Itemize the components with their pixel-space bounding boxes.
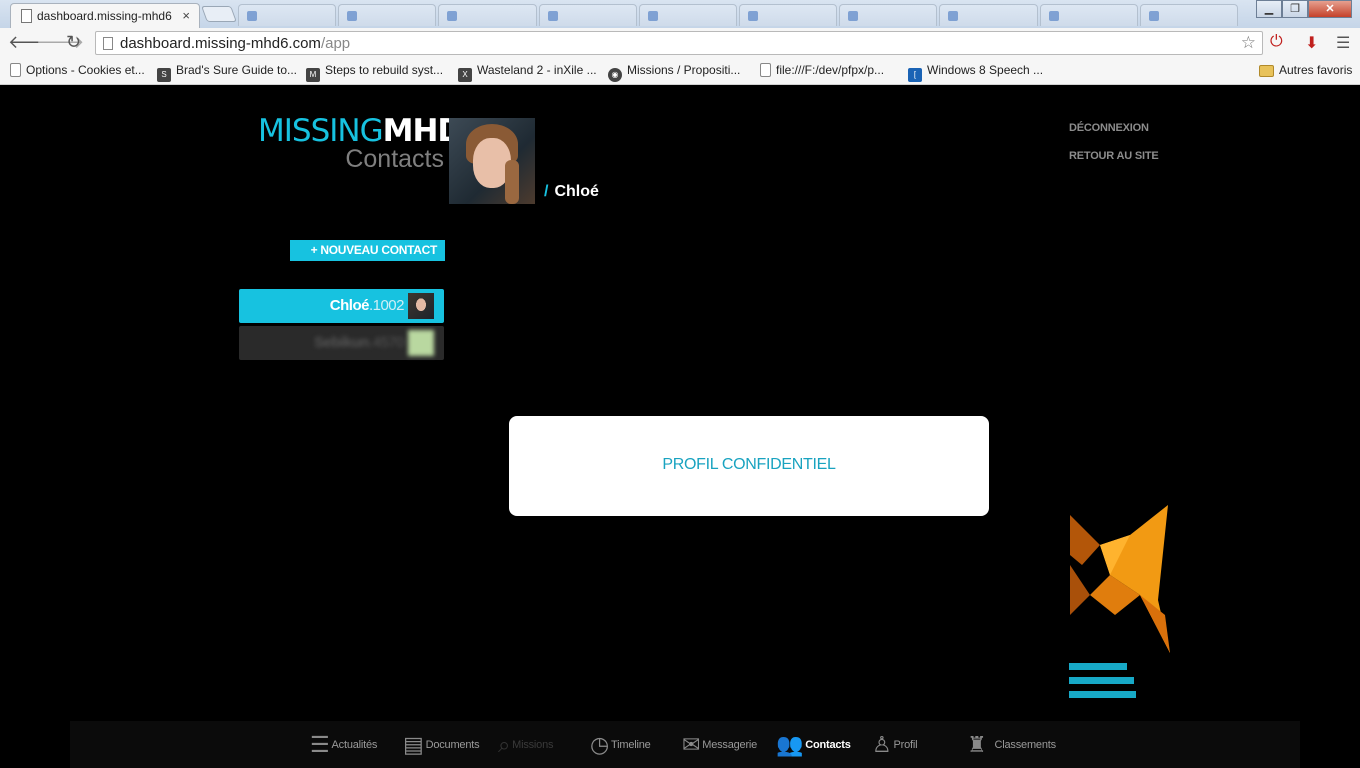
page-favicon-icon — [21, 9, 32, 23]
back-to-site-link[interactable]: RETOUR AU SITE — [1069, 150, 1159, 162]
person-icon: ♙ — [872, 731, 892, 757]
title-bar: dashboard.missing-mhd6 × ▁ ❐ ✕ — [0, 0, 1360, 28]
nav-classements[interactable]: ♜ Classements — [967, 721, 1056, 768]
background-tabs — [238, 4, 1239, 26]
tab-favicon-icon — [948, 11, 959, 21]
browser-chrome: dashboard.missing-mhd6 × ▁ ❐ ✕ 🡐 🡒 ↻ das… — [0, 0, 1360, 85]
nav-actualites[interactable]: ☰ Actualités — [310, 721, 377, 768]
contact-item-chloe[interactable]: Chloé.1002 — [239, 289, 444, 323]
breadcrumb-contact-name: Chloé — [554, 183, 599, 200]
bookmark-item[interactable]: ◉ Missions / Propositi... — [608, 63, 740, 82]
contact-name: Sebikun — [314, 334, 369, 351]
confidential-profile-panel: PROFIL CONFIDENTIEL — [509, 416, 989, 516]
tab-favicon-icon — [447, 11, 458, 21]
url-text: dashboard.missing-mhd6.com/app — [120, 35, 351, 52]
background-tab[interactable] — [438, 4, 537, 26]
stop-extension-icon[interactable]: ⏻ — [1270, 33, 1283, 51]
minimize-icon[interactable]: ▁ — [1256, 0, 1282, 18]
bookmark-item[interactable]: S Brad's Sure Guide to... — [157, 63, 297, 82]
trophy-icon: ♜ — [967, 731, 987, 757]
background-tab[interactable] — [739, 4, 838, 26]
maximize-icon[interactable]: ❐ — [1282, 0, 1308, 18]
bookmark-item[interactable]: [Windows 8 Speech ... — [908, 63, 1043, 82]
tab-favicon-icon — [247, 11, 257, 21]
bookmarks-bar: Options - Cookies et... S Brad's Sure Gui… — [0, 58, 1360, 85]
page-icon — [760, 63, 771, 77]
app-page: MISSINGMHD6 Contacts / Chloé DÉCONNEXION … — [0, 85, 1360, 768]
nav-timeline[interactable]: ◷ Timeline — [590, 721, 651, 768]
news-icon: ☰ — [310, 731, 330, 757]
download-extension-icon[interactable]: ⬇ — [1305, 33, 1318, 53]
active-tab[interactable]: dashboard.missing-mhd6 × — [10, 3, 200, 28]
bookmark-star-icon[interactable]: ☆ — [1241, 33, 1256, 53]
background-tab[interactable] — [538, 4, 637, 26]
contact-avatar-small — [408, 293, 434, 319]
bookmark-item[interactable]: X Wasteland 2 - inXile ... — [458, 63, 597, 82]
logout-link[interactable]: DÉCONNEXION — [1069, 122, 1159, 134]
background-tab[interactable] — [839, 4, 938, 26]
folder-icon — [1259, 65, 1274, 77]
page-icon — [103, 37, 113, 50]
background-tab[interactable] — [1039, 4, 1138, 26]
background-tab[interactable] — [638, 4, 738, 26]
browser-toolbar: 🡐 🡒 ↻ dashboard.missing-mhd6.com/app ☆ ⏻… — [0, 28, 1360, 58]
missions-icon: ◉ — [608, 68, 622, 82]
reload-icon[interactable]: ↻ — [66, 32, 81, 53]
contact-avatar-small — [408, 330, 434, 356]
menu-icon[interactable]: ☰ — [1336, 33, 1350, 53]
contact-item-blurred[interactable]: Sebikun.4570 — [239, 326, 444, 360]
bookmark-item[interactable]: M Steps to rebuild syst... — [306, 63, 443, 82]
st-icon: S — [157, 68, 171, 82]
background-tab[interactable] — [238, 4, 337, 26]
hamburger-menu-icon[interactable] — [1069, 663, 1139, 705]
film-icon: ▤ — [403, 731, 424, 757]
nav-missions: ⌕ Missions — [498, 731, 554, 757]
confidential-message: PROFIL CONFIDENTIEL — [662, 456, 836, 473]
nav-contacts[interactable]: 👥 Contacts — [776, 721, 851, 768]
nav-documents[interactable]: ▤ Documents — [403, 721, 480, 768]
background-tab[interactable] — [1139, 4, 1239, 26]
contact-number: .4570 — [368, 334, 405, 351]
tab-favicon-icon — [547, 11, 558, 21]
bookmark-item[interactable]: file:///F:/dev/pfpx/p... — [760, 63, 884, 77]
section-title: Contacts — [345, 145, 444, 173]
inxile-icon: X — [458, 68, 472, 82]
search-icon: ⌕ — [498, 731, 511, 757]
other-bookmarks[interactable]: Autres favoris — [1259, 63, 1352, 77]
window-controls: ▁ ❐ ✕ — [1256, 0, 1352, 18]
nav-profil[interactable]: ♙ Profil — [872, 721, 918, 768]
breadcrumb: / Chloé — [544, 183, 599, 200]
clock-icon: ◷ — [590, 731, 609, 757]
tab-favicon-icon — [347, 11, 358, 21]
people-icon: 👥 — [776, 731, 804, 757]
tab-close-icon[interactable]: × — [182, 8, 190, 23]
mail-icon: ✉ — [682, 731, 701, 757]
new-contact-button[interactable]: + NOUVEAU CONTACT — [290, 240, 445, 261]
bottom-navigation: ☰ Actualités ▤ Documents ⌕ Missions ◷ Timeli… — [70, 721, 1300, 768]
contact-name: Chloé — [329, 297, 370, 314]
bookmark-item[interactable]: Options - Cookies et... — [10, 63, 145, 77]
address-bar[interactable]: dashboard.missing-mhd6.com/app ☆ — [95, 31, 1263, 55]
tab-favicon-icon — [848, 11, 859, 21]
background-tab[interactable] — [939, 4, 1038, 26]
top-links: DÉCONNEXION RETOUR AU SITE — [1069, 122, 1159, 178]
tab-favicon-icon — [748, 11, 759, 21]
page-icon — [10, 63, 21, 77]
background-tab[interactable] — [338, 4, 437, 26]
tab-favicon-icon — [1048, 11, 1059, 21]
origami-bird-decoration — [1070, 505, 1170, 653]
contact-avatar — [449, 118, 535, 204]
window-close-icon[interactable]: ✕ — [1308, 0, 1352, 18]
bracket-icon: [ — [908, 68, 922, 82]
nav-messagerie[interactable]: ✉ Messagerie — [682, 721, 757, 768]
contact-list: Chloé.1002 Sebikun.4570 — [239, 289, 444, 363]
new-tab-button[interactable] — [201, 6, 237, 22]
contact-number: .1002 — [368, 297, 405, 314]
mtm-icon: M — [306, 68, 320, 82]
tab-favicon-icon — [647, 11, 658, 21]
active-tab-title: dashboard.missing-mhd6 — [37, 9, 172, 23]
tab-favicon-icon — [1148, 11, 1159, 21]
